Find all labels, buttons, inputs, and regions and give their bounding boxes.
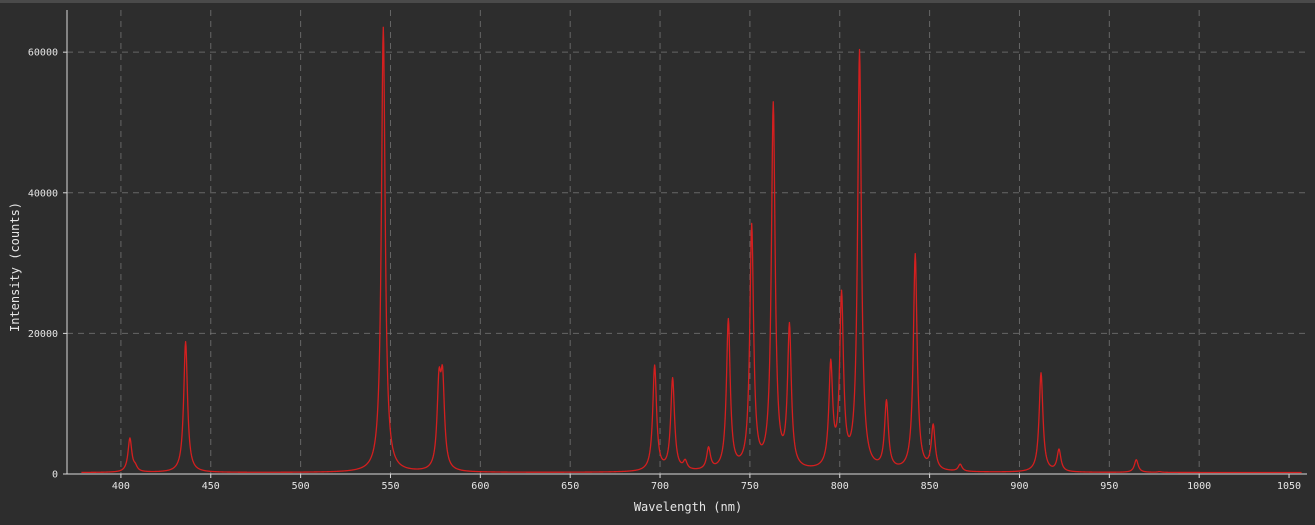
- x-tick-label: 950: [1100, 481, 1118, 492]
- x-tick-label: 850: [921, 481, 939, 492]
- x-tick-label: 800: [831, 481, 849, 492]
- x-axis-title: Wavelength (nm): [634, 500, 742, 514]
- x-tick-label: 750: [741, 481, 759, 492]
- x-tick-label: 1050: [1277, 481, 1301, 492]
- x-tick-label: 550: [381, 481, 399, 492]
- x-tick-label: 450: [202, 481, 220, 492]
- y-tick-label: 0: [52, 470, 58, 481]
- x-tick-label: 900: [1010, 481, 1028, 492]
- window-top-border: [0, 0, 1315, 3]
- axes-layer: [66, 10, 1307, 475]
- ticks-layer: 400 450 500 550 600 650 700 750 800 850 900 950 1000…: [28, 48, 1301, 492]
- grid-layer: [67, 10, 1307, 474]
- x-tick-label: 500: [292, 481, 310, 492]
- series-layer: [81, 26, 1302, 474]
- x-tick-label: 700: [651, 481, 669, 492]
- x-tick-label: 650: [561, 481, 579, 492]
- y-tick-label: 20000: [28, 329, 58, 340]
- x-tick-label: 1000: [1187, 481, 1211, 492]
- y-tick-label: 60000: [28, 48, 58, 59]
- spectrum-line: [81, 26, 1302, 474]
- chart-svg: 400 450 500 550 600 650 700 750 800 850 900 950 1000…: [8, 10, 1307, 514]
- x-tick-label: 400: [112, 481, 130, 492]
- y-axis-title: Intensity (counts): [8, 202, 22, 332]
- spectrum-chart: 400 450 500 550 600 650 700 750 800 850 900 950 1000…: [0, 0, 1315, 520]
- y-tick-label: 40000: [28, 188, 58, 199]
- x-tick-label: 600: [471, 481, 489, 492]
